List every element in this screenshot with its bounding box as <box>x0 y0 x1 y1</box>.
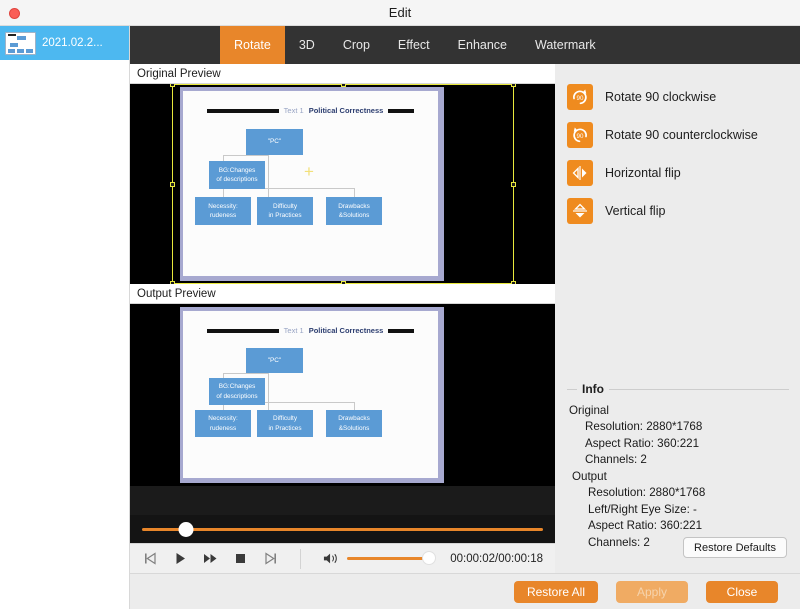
tab-crop[interactable]: Crop <box>329 26 384 64</box>
timecode-label: 00:00:02/00:00:18 <box>450 552 543 565</box>
info-output-heading: Output <box>572 469 607 483</box>
slide-header-title: Political Correctness <box>308 326 384 335</box>
preview-column: Original Preview Text 1 Political Correc… <box>130 64 555 537</box>
rotate-options-panel: 90 Rotate 90 clockwise 90 Rotate 90 coun… <box>555 64 800 573</box>
info-output-aspect-ratio: Aspect Ratio: 360:221 <box>588 519 703 533</box>
original-preview-stage[interactable]: Text 1 Political Correctness "PC" BG:Cha… <box>130 84 555 284</box>
info-output-eye-size: Left/Right Eye Size: - <box>588 502 697 516</box>
original-preview-label: Original Preview <box>130 64 555 84</box>
restore-defaults-button[interactable]: Restore Defaults <box>683 537 787 558</box>
rotate-cw-90-label: Rotate 90 clockwise <box>605 90 717 104</box>
close-button[interactable]: Close <box>706 580 778 603</box>
timeline-bar[interactable] <box>130 515 555 543</box>
title-bar: Edit <box>0 0 800 26</box>
diagram-node: Necessity: rudeness <box>195 197 251 225</box>
edit-window: Edit 2021.02.2... Rotate 3D Crop Effect … <box>0 0 800 609</box>
info-panel: Info Original Resolution: 2880*1768 Aspe… <box>567 382 789 551</box>
info-original-heading: Original <box>569 404 609 417</box>
volume-handle[interactable] <box>422 551 436 565</box>
fast-forward-icon[interactable] <box>202 551 218 567</box>
action-bar: Restore All Apply Close <box>130 573 800 609</box>
output-preview-stage[interactable]: Text 1 Political Correctness "PC" BG:Cha… <box>130 304 555 486</box>
rotate-ccw-90-option[interactable]: 90 Rotate 90 counterclockwise <box>567 116 800 154</box>
tab-effect[interactable]: Effect <box>384 26 444 64</box>
tab-enhance[interactable]: Enhance <box>444 26 521 64</box>
info-original-channels: Channels: 2 <box>585 453 647 467</box>
diagram-node: Difficulty in Practices <box>257 410 313 437</box>
timeline-track[interactable] <box>142 521 543 537</box>
slide-thumbnail-icon <box>5 31 36 55</box>
diagram-node: Necessity: rudeness <box>195 410 251 437</box>
info-original-aspect-ratio: Aspect Ratio: 360:221 <box>585 436 700 450</box>
svg-text:90: 90 <box>577 133 584 140</box>
info-legend: Info <box>567 382 789 399</box>
transport-divider <box>300 548 301 569</box>
restore-all-button[interactable]: Restore All <box>513 580 598 603</box>
slide-header-prefix: Text 1 <box>283 106 304 115</box>
timeline-handle[interactable] <box>178 521 194 537</box>
info-original-resolution: Resolution: 2880*1768 <box>585 420 703 434</box>
tab-bar-spacer <box>130 26 220 64</box>
output-preview-label: Output Preview <box>130 284 555 304</box>
file-name-label: 2021.02.2... <box>42 37 103 49</box>
info-legend-label: Info <box>577 382 609 396</box>
volume-slider[interactable] <box>347 551 436 565</box>
apply-button[interactable]: Apply <box>616 580 688 603</box>
diagram-node: Drawbacks &Solutions <box>326 410 382 437</box>
volume-icon[interactable] <box>323 551 339 567</box>
diagram-node: Difficulty in Practices <box>257 197 313 225</box>
svg-text:90: 90 <box>577 95 584 102</box>
diagram-node: "PC" <box>246 129 303 155</box>
info-output-resolution: Resolution: 2880*1768 <box>588 486 706 500</box>
output-slide-content: Text 1 Political Correctness "PC" BG:Cha… <box>180 307 444 483</box>
previous-icon[interactable] <box>142 551 158 567</box>
slide-header-title: Political Correctness <box>308 106 384 115</box>
original-slide-content: Text 1 Political Correctness "PC" BG:Cha… <box>180 87 444 281</box>
diagram-node: Drawbacks &Solutions <box>326 197 382 225</box>
edit-tab-bar: Rotate 3D Crop Effect Enhance Watermark <box>130 26 800 64</box>
rotate-cw-90-option[interactable]: 90 Rotate 90 clockwise <box>567 78 800 116</box>
slide-header: Text 1 Political Correctness <box>183 105 438 116</box>
horizontal-flip-option[interactable]: Horizontal flip <box>567 154 800 192</box>
next-icon[interactable] <box>262 551 278 567</box>
play-icon[interactable] <box>172 551 188 567</box>
vertical-flip-label: Vertical flip <box>605 204 666 218</box>
tab-watermark[interactable]: Watermark <box>521 26 610 64</box>
rotate-ccw-90-label: Rotate 90 counterclockwise <box>605 128 758 142</box>
close-window-button[interactable] <box>9 8 20 19</box>
slide-header: Text 1 Political Correctness <box>183 325 438 336</box>
vertical-flip-icon[interactable] <box>567 198 593 224</box>
window-title: Edit <box>388 5 412 20</box>
rotate-cw-90-icon[interactable]: 90 <box>567 84 593 110</box>
vertical-flip-option[interactable]: Vertical flip <box>567 192 800 230</box>
file-list-item[interactable]: 2021.02.2... <box>0 26 129 60</box>
tab-3d[interactable]: 3D <box>285 26 329 64</box>
diagram-node: BG:Changes of descriptions <box>209 161 265 189</box>
diagram-node: BG:Changes of descriptions <box>209 378 265 405</box>
diagram-node: "PC" <box>246 348 303 373</box>
horizontal-flip-icon[interactable] <box>567 160 593 186</box>
horizontal-flip-label: Horizontal flip <box>605 166 681 180</box>
info-original-group: Original Resolution: 2880*1768 Aspect Ra… <box>569 403 789 469</box>
file-list: 2021.02.2... <box>0 26 130 609</box>
transport-bar: 00:00:02/00:00:18 <box>130 543 555 573</box>
rotate-ccw-90-icon[interactable]: 90 <box>567 122 593 148</box>
tab-rotate[interactable]: Rotate <box>220 26 285 64</box>
stop-icon[interactable] <box>232 551 248 567</box>
center-marker-icon: + <box>304 162 314 181</box>
slide-header-prefix: Text 1 <box>283 326 304 335</box>
